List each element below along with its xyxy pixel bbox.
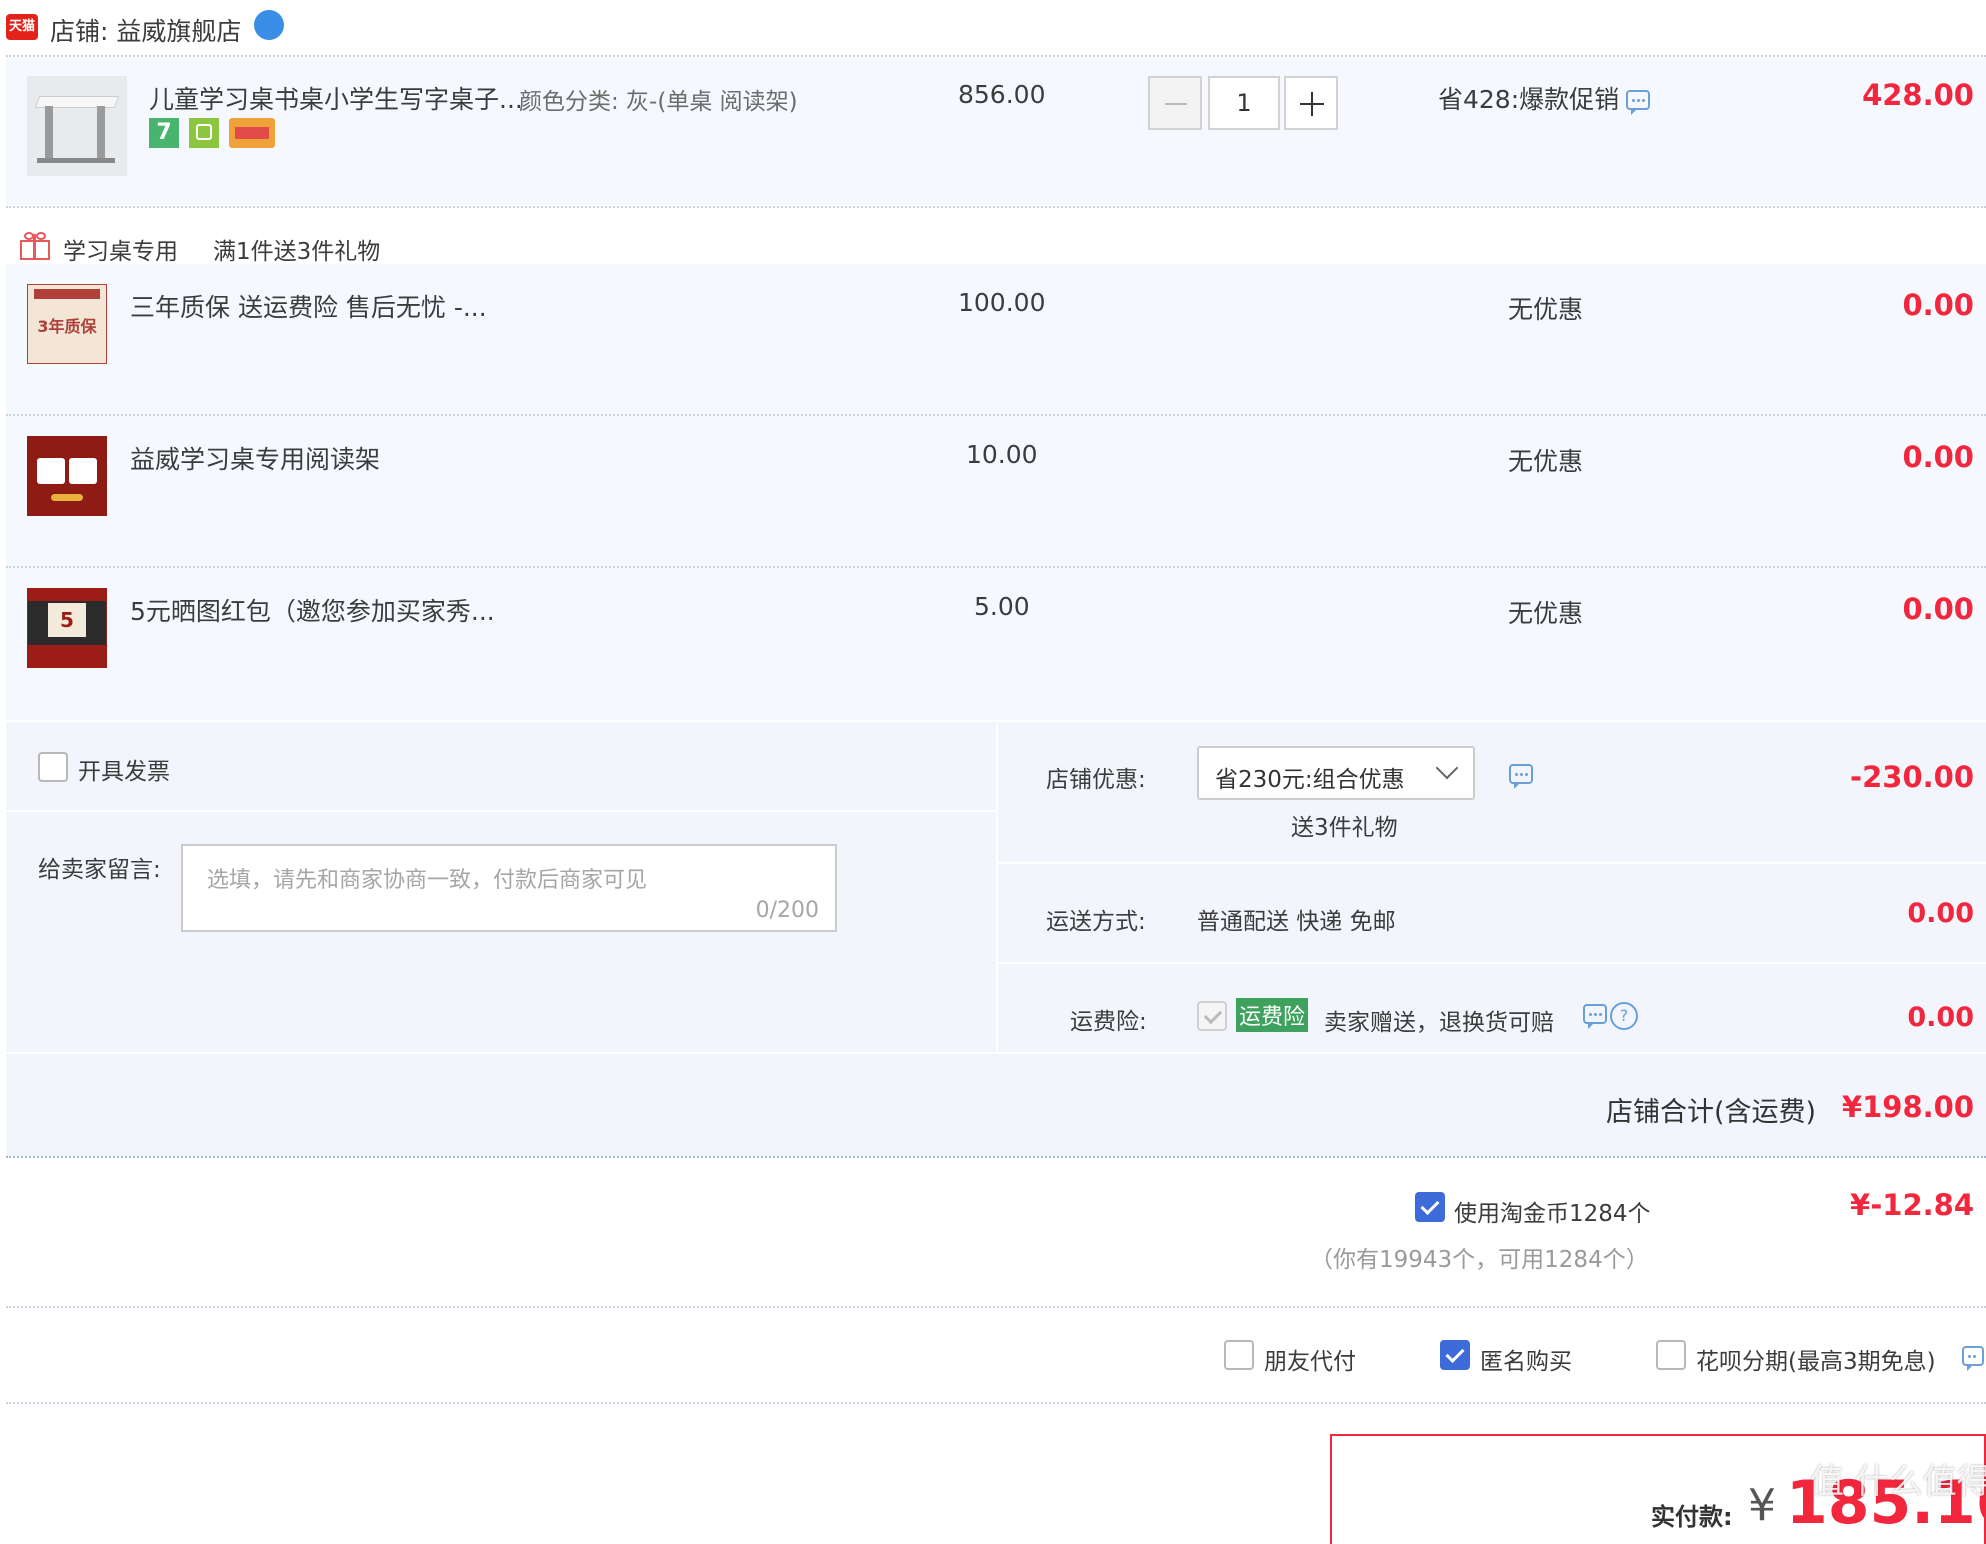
message-counter: 0/200 [755,898,819,923]
insurance-checkbox [1197,1001,1227,1031]
quantity-decrease-button[interactable] [1148,76,1202,130]
insurance-info-icon[interactable] [1583,1004,1607,1029]
friend-pay-label: 朋友代付 [1264,1349,1356,1375]
quantity-increase-button[interactable] [1284,76,1338,130]
gift-thumbnail-red-packet[interactable]: 5 [27,588,107,668]
shipping-label: 运送方式: [1046,909,1146,935]
promo-info-icon[interactable] [1626,90,1650,115]
help-icon[interactable]: ? [1610,1002,1638,1030]
store-total-label: 店铺合计(含运费) [1606,1097,1817,1128]
shop-name[interactable]: 店铺: 益威旗舰店 [50,12,241,48]
huabei-installment-label: 花呗分期(最高3期免息) [1696,1349,1936,1375]
shipping-amount: 0.00 [1907,898,1974,929]
gift-promo: 无优惠 [1508,295,1584,324]
gift-price: 5.00 [974,592,1030,621]
message-placeholder: 选填，请先和商家协商一致，付款后商家可见 [207,868,648,893]
store-discount-amount: -230.00 [1850,760,1974,794]
insurance-label: 运费险: [1070,1009,1147,1035]
wangwang-chat-icon[interactable] [254,10,284,40]
gift-thumbnail-reading-stand[interactable] [27,436,107,516]
friend-pay-checkbox[interactable] [1224,1340,1254,1370]
gift-thumbnail-warranty[interactable]: 3年质保 [27,284,107,364]
anonymous-purchase-label: 匿名购买 [1480,1349,1572,1375]
tmall-badge-icon: 天猫 [6,14,38,40]
shipping-value: 普通配送 快递 免邮 [1197,909,1396,935]
unit-price: 856.00 [958,80,1046,109]
huabei-installment-checkbox[interactable] [1656,1340,1686,1370]
service-tag-7day-icon: 7 [149,118,179,148]
gift-promo: 无优惠 [1508,599,1584,628]
gift-title[interactable]: 益威学习桌专用阅读架 [130,440,380,476]
item-subtotal: 428.00 [1862,78,1974,112]
invoice-checkbox[interactable] [38,752,68,782]
gift-title[interactable]: 三年质保 送运费险 售后无忧 -... [130,288,487,324]
store-discount-selected: 省230元:组合优惠 [1215,767,1405,793]
invoice-label: 开具发票 [78,759,170,785]
store-total-amount: ¥198.00 [1841,1090,1974,1124]
huabei-info-icon[interactable] [1962,1346,1984,1371]
discount-gift-note: 送3件礼物 [1291,815,1398,841]
coins-amount: ¥-12.84 [1850,1188,1974,1222]
gift-subtotal: 0.00 [1902,592,1974,626]
gift-section-rule: 满1件送3件礼物 [213,239,381,265]
message-label: 给卖家留言: [38,857,161,883]
chevron-down-icon [1435,756,1459,780]
gift-section-label: 学习桌专用 [63,239,178,265]
gift-subtotal: 0.00 [1902,440,1974,474]
gift-title[interactable]: 5元晒图红包（邀您参加买家秀... [130,592,495,628]
anonymous-purchase-checkbox[interactable] [1440,1340,1470,1370]
product-thumbnail[interactable] [27,76,127,176]
gift-icon [20,232,50,260]
insurance-badge: 运费险 [1236,998,1309,1032]
discount-info-icon[interactable] [1509,764,1533,789]
payment-currency: ¥ [1748,1480,1776,1531]
gift-promo: 无优惠 [1508,447,1584,476]
product-spec: 颜色分类: 灰-(单桌 阅读架) [519,89,798,115]
insurance-text: 卖家赠送，退换货可赔 [1324,1010,1554,1036]
store-discount-select[interactable]: 省230元:组合优惠 [1197,746,1475,800]
insurance-amount: 0.00 [1907,1002,1974,1033]
coins-label: 使用淘金币1284个 [1454,1201,1651,1227]
coins-subtext: （你有19943个，可用1284个） [1310,1247,1649,1273]
store-discount-label: 店铺优惠: [1046,767,1146,793]
service-tag-card-icon [229,118,275,148]
gift-subtotal: 0.00 [1902,288,1974,322]
quantity-input[interactable]: 1 [1208,76,1280,130]
payment-label: 实付款: [1651,1503,1733,1531]
promo-label: 省428:爆款促销 [1438,85,1620,114]
use-coins-checkbox[interactable] [1415,1192,1445,1222]
product-title[interactable]: 儿童学习桌书桌小学生写字桌子... [149,80,523,116]
gift-price: 100.00 [958,288,1046,317]
watermark: 值 什么值得买 [1810,1462,1986,1502]
gift-price: 10.00 [966,440,1038,469]
service-tag-store-icon [189,118,219,148]
seller-message-textarea[interactable]: 选填，请先和商家协商一致，付款后商家可见 0/200 [181,844,837,932]
